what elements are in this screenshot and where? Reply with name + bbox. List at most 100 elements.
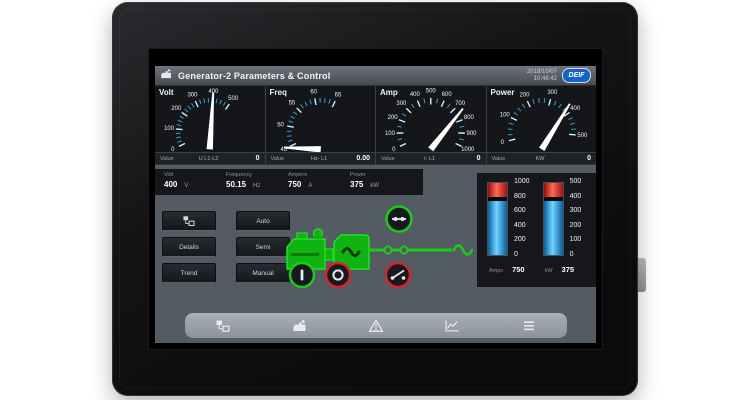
svg-text:200: 200 <box>171 106 182 112</box>
gauge-needle <box>207 92 215 149</box>
manual-button[interactable]: Manual <box>236 263 290 283</box>
date-text: 2018/10/07 <box>527 69 557 75</box>
title-bar: Generator-2 Parameters & Control 2018/10… <box>155 66 596 86</box>
button-label: Manual <box>252 270 273 277</box>
gauge-row: Volt0100200300400500ValueU L1-L20Freq455… <box>155 86 596 165</box>
readout-value: 400 <box>164 180 177 189</box>
nav-alarms[interactable] <box>354 316 398 336</box>
gauge-value-label: Value <box>271 156 285 162</box>
gauge-power: Power0100200300400500ValueKW0 <box>487 86 597 164</box>
bargraph-panel: 10008006004002000 Amps 750 5004003002001000… <box>477 173 596 287</box>
svg-text:65: 65 <box>334 93 341 99</box>
button-label: Trend <box>181 270 198 277</box>
button-label: Details <box>179 244 199 251</box>
hmi-screen: Generator-2 Parameters & Control 2018/10… <box>148 48 603 350</box>
engine-icon <box>292 319 308 333</box>
nav-trend[interactable] <box>430 316 474 336</box>
readout-value: 375 <box>350 180 363 189</box>
menu-icon <box>521 319 537 333</box>
mimic-diagram <box>285 201 495 293</box>
auto-button[interactable]: Auto <box>236 211 290 231</box>
gauge-value: 0.00 <box>354 155 370 162</box>
hmi-panel-bezel: Generator-2 Parameters & Control 2018/10… <box>112 2 638 396</box>
readout-unit: V <box>184 183 188 189</box>
nav-diagram[interactable] <box>201 316 245 336</box>
bar-value: 375 <box>562 265 575 274</box>
bargraph-kw: 5004003002001000kW375 <box>543 182 582 287</box>
datetime: 2018/10/07 10:46:42 <box>527 69 557 82</box>
gauge-channel: U L1-L2 <box>199 156 219 162</box>
bar-label: kW <box>545 268 553 274</box>
gauge-channel: Hz- L1 <box>311 156 327 162</box>
deif-logo: DEIF <box>562 68 591 83</box>
bar-scale: 5004003002001000 <box>570 178 582 258</box>
gauge-value: 0 <box>575 155 591 162</box>
grid-sine-icon <box>454 246 472 255</box>
gauge-title: Power <box>491 88 515 97</box>
svg-text:300: 300 <box>547 90 558 96</box>
readout-label: Power <box>350 172 405 178</box>
gauge-title: Volt <box>159 88 174 97</box>
nav-generator[interactable] <box>278 316 322 336</box>
svg-text:400: 400 <box>410 92 421 98</box>
svg-text:300: 300 <box>396 101 407 107</box>
svg-text:600: 600 <box>442 92 453 98</box>
svg-text:400: 400 <box>570 106 581 112</box>
gauge-needle <box>539 103 571 151</box>
gauge-value-strip: Value KW 0 <box>487 152 597 164</box>
readout-ampere: Ampere750A <box>281 169 343 195</box>
page-title: Generator-2 Parameters & Control <box>178 71 330 81</box>
svg-text:100: 100 <box>385 131 396 137</box>
bar-fill <box>544 201 563 255</box>
bargraph-amps: 10008006004002000Amps750 <box>487 182 530 287</box>
readout-volt: Volt400V <box>157 169 219 195</box>
gauge-title: Amp <box>380 88 398 97</box>
diagram-button[interactable] <box>162 211 216 231</box>
diagram-icon <box>182 215 196 227</box>
semi-button[interactable]: Semi <box>236 237 290 257</box>
readout-unit: Hz <box>253 183 260 189</box>
gauge-value-strip: ValueI- L10 <box>376 152 486 164</box>
readout-bar: Volt400VFrequency50.15HzAmpere750APower3… <box>155 169 423 195</box>
svg-text:100: 100 <box>164 126 175 132</box>
details-button[interactable]: Details <box>162 237 216 257</box>
bar-value: 750 <box>512 265 525 274</box>
gauge-title: Freq <box>270 88 287 97</box>
svg-text:0: 0 <box>500 140 504 146</box>
readout-power: Power 375 kW <box>343 169 405 195</box>
svg-text:500: 500 <box>426 89 437 95</box>
bar-alarm-zone <box>544 183 563 197</box>
trend-button[interactable]: Trend <box>162 263 216 283</box>
gauge-value-label: Value <box>492 156 506 162</box>
gauge-channel: KW <box>536 156 545 162</box>
control-button-grid: Auto Details Semi Trend Manual <box>162 211 290 283</box>
svg-text:200: 200 <box>519 93 530 99</box>
svg-text:800: 800 <box>464 115 475 121</box>
bar-column <box>543 182 564 256</box>
svg-text:60: 60 <box>310 89 317 95</box>
svg-text:900: 900 <box>467 131 478 137</box>
svg-text:50: 50 <box>277 122 284 128</box>
svg-text:500: 500 <box>577 133 588 139</box>
svg-text:700: 700 <box>455 101 466 107</box>
readout-unit: kW <box>370 183 379 189</box>
gauge-value-strip: Value Hz- L1 0.00 <box>266 152 376 164</box>
readout-label: Ampere <box>288 172 343 178</box>
nav-menu[interactable] <box>507 316 551 336</box>
trend-icon <box>444 319 460 333</box>
gauge-volt: Volt0100200300400500ValueU L1-L20 <box>155 86 265 164</box>
bar-label: Amps <box>489 268 503 274</box>
node <box>401 247 408 254</box>
readout-label: Frequency <box>226 172 281 178</box>
gauge-amp: Amp01002003004005006007008009001000Value… <box>376 86 486 164</box>
time-text: 10:46:42 <box>527 76 557 82</box>
diagram-icon <box>215 319 231 333</box>
gauge-value-strip: ValueU L1-L20 <box>155 152 265 164</box>
bar-scale: 10008006004002000 <box>514 178 530 258</box>
readout-value: 750 <box>288 180 301 189</box>
button-label: Auto <box>256 218 269 225</box>
hmi-ui: Generator-2 Parameters & Control 2018/10… <box>155 66 596 342</box>
svg-text:200: 200 <box>388 115 399 121</box>
readout-value: 50.15 <box>226 180 246 189</box>
stop-button[interactable] <box>326 263 350 287</box>
